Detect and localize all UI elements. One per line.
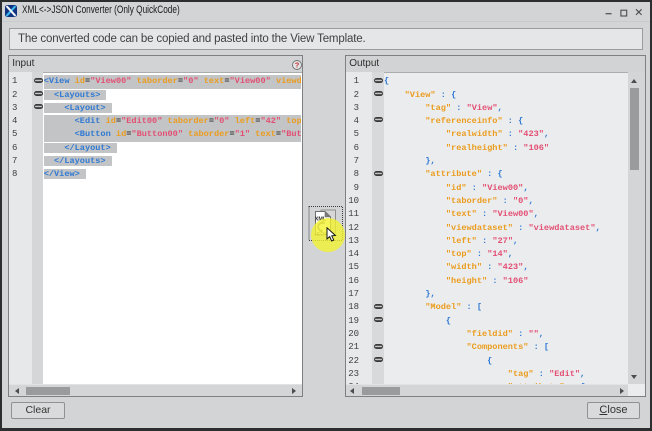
svg-text:?: ?: [294, 60, 299, 69]
